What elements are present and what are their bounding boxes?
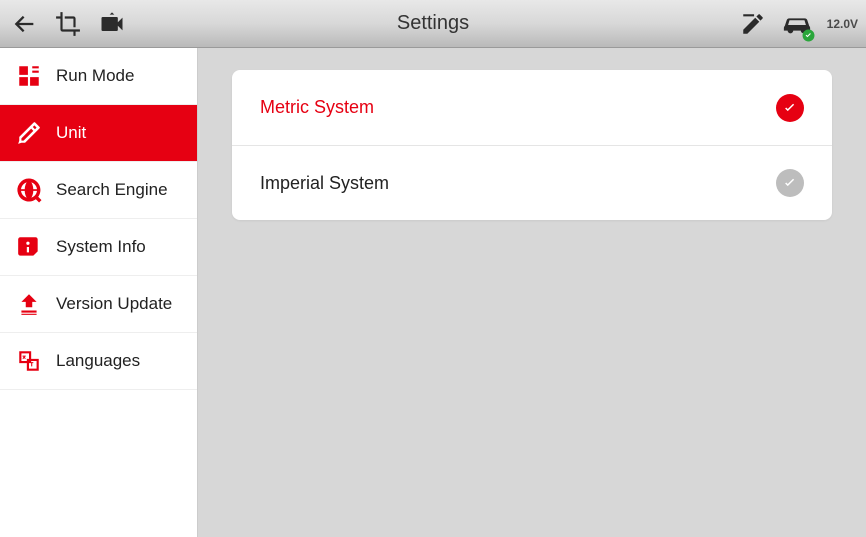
video-camera-icon[interactable] xyxy=(96,8,128,40)
option-metric-system[interactable]: Metric System xyxy=(232,70,832,145)
sidebar-item-run-mode[interactable]: Run Mode xyxy=(0,48,197,105)
sidebar-item-label: Languages xyxy=(56,351,140,371)
edit-icon[interactable] xyxy=(737,8,769,40)
sidebar-item-version-update[interactable]: Version Update xyxy=(0,276,197,333)
option-label: Imperial System xyxy=(260,173,389,194)
sidebar-item-label: Version Update xyxy=(56,294,172,314)
unit-icon xyxy=(14,118,44,148)
sidebar-item-languages[interactable]: Languages xyxy=(0,333,197,390)
check-icon xyxy=(776,94,804,122)
sidebar-item-unit[interactable]: Unit xyxy=(0,105,197,162)
content-area: Metric System Imperial System xyxy=(198,48,866,537)
run-mode-icon xyxy=(14,61,44,91)
crop-icon[interactable] xyxy=(52,8,84,40)
languages-icon xyxy=(14,346,44,376)
back-icon[interactable] xyxy=(8,8,40,40)
sidebar-item-label: Search Engine xyxy=(56,180,168,200)
option-imperial-system[interactable]: Imperial System xyxy=(232,145,832,220)
search-engine-icon xyxy=(14,175,44,205)
options-panel: Metric System Imperial System xyxy=(232,70,832,220)
car-status-icon[interactable] xyxy=(781,8,813,40)
check-icon xyxy=(776,169,804,197)
voltage-label: 12.0V xyxy=(827,17,858,31)
system-info-icon xyxy=(14,232,44,262)
sidebar: Run Mode Unit Search Engine System Info … xyxy=(0,48,198,537)
sidebar-item-system-info[interactable]: System Info xyxy=(0,219,197,276)
sidebar-item-search-engine[interactable]: Search Engine xyxy=(0,162,197,219)
sidebar-item-label: Run Mode xyxy=(56,66,134,86)
header-bar: Settings 12.0V xyxy=(0,0,866,48)
option-label: Metric System xyxy=(260,97,374,118)
sidebar-item-label: Unit xyxy=(56,123,86,143)
sidebar-item-label: System Info xyxy=(56,237,146,257)
version-update-icon xyxy=(14,289,44,319)
